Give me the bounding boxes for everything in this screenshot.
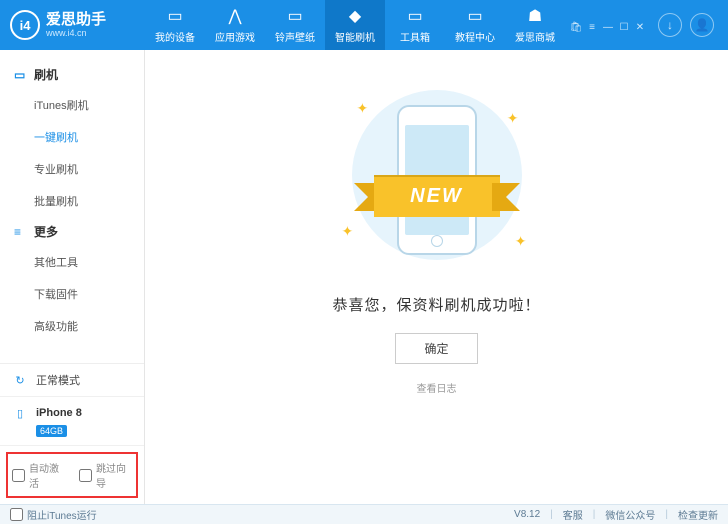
new-ribbon: NEW: [362, 175, 512, 217]
option-skip-guide[interactable]: 跳过向导: [79, 460, 132, 490]
nav-label: 教程中心: [455, 29, 495, 44]
window-controls: 🛍 ≡ — ☐ ✕: [568, 18, 648, 33]
sidebar-item-pro-flash[interactable]: 专业刷机: [0, 153, 144, 185]
option-label: 跳过向导: [96, 460, 132, 490]
confirm-button[interactable]: 确定: [395, 333, 477, 364]
sidebar-item-itunes-flash[interactable]: iTunes刷机: [0, 89, 144, 121]
nav-label: 工具箱: [400, 29, 430, 44]
nav-toolbox[interactable]: ▭ 工具箱: [385, 0, 445, 50]
wallpaper-icon: ▭: [287, 7, 302, 25]
support-link[interactable]: 客服: [563, 507, 583, 522]
device-row[interactable]: ▯ iPhone 8 64GB: [0, 397, 144, 446]
ribbon-text: NEW: [374, 175, 500, 217]
brand-url: www.i4.cn: [46, 29, 106, 38]
nav-label: 铃声壁纸: [275, 29, 315, 44]
nav-label: 应用游戏: [215, 29, 255, 44]
refresh-icon: ↻: [12, 372, 28, 388]
main-panel: ✦✦✦✦ NEW 恭喜您，保资料刷机成功啦！ 确定 查看日志: [145, 50, 728, 504]
sidebar-item-batch-flash[interactable]: 批量刷机: [0, 185, 144, 217]
device-name: iPhone 8: [36, 407, 82, 419]
block-itunes-checkbox[interactable]: [10, 508, 23, 521]
brand: i4 爱思助手 www.i4.cn: [10, 10, 145, 40]
nav-my-device[interactable]: ▭ 我的设备: [145, 0, 205, 50]
success-illustration: ✦✦✦✦ NEW: [337, 90, 537, 270]
tutorial-icon: ▭: [467, 7, 482, 25]
mode-label: 正常模式: [36, 372, 80, 388]
nav-store[interactable]: ☗ 爱思商城: [505, 0, 565, 50]
flash-icon: ◆: [349, 7, 361, 25]
sidebar-section-more: ≡ 更多: [0, 217, 144, 246]
toolbox-icon: ▭: [407, 7, 422, 25]
sidebar: ▭ 刷机 iTunes刷机 一键刷机 专业刷机 批量刷机 ≡ 更多 其他工具 下载固…: [0, 50, 145, 504]
options-box: 自动激活 跳过向导: [6, 452, 138, 498]
menu-icon[interactable]: ≡: [584, 22, 600, 33]
nav-apps[interactable]: ⋀ 应用游戏: [205, 0, 265, 50]
block-itunes-label: 阻止iTunes运行: [27, 507, 97, 522]
phone-icon: ▭: [14, 68, 28, 82]
section-title: 更多: [34, 223, 58, 240]
result-message: 恭喜您，保资料刷机成功啦！: [332, 294, 540, 315]
option-label: 自动激活: [29, 460, 65, 490]
version-label: V8.12: [514, 509, 540, 520]
sidebar-item-other-tools[interactable]: 其他工具: [0, 246, 144, 278]
device-icon: ▯: [12, 405, 28, 421]
cart-icon[interactable]: 🛍: [568, 22, 584, 33]
sidebar-item-onekey-flash[interactable]: 一键刷机: [0, 121, 144, 153]
brand-name: 爱思助手: [46, 12, 106, 27]
sidebar-section-flash: ▭ 刷机: [0, 60, 144, 89]
nav-label: 我的设备: [155, 29, 195, 44]
store-icon: ☗: [528, 7, 542, 25]
download-button[interactable]: ↓: [658, 13, 682, 37]
nav-ringtones[interactable]: ▭ 铃声壁纸: [265, 0, 325, 50]
status-bar: 阻止iTunes运行 V8.12 | 客服 | 微信公众号 | 检查更新: [0, 504, 728, 524]
device-icon: ▭: [167, 7, 182, 25]
view-log-link[interactable]: 查看日志: [417, 380, 457, 395]
section-title: 刷机: [34, 66, 58, 83]
nav-label: 智能刷机: [335, 29, 375, 44]
app-header: i4 爱思助手 www.i4.cn ▭ 我的设备 ⋀ 应用游戏 ▭ 铃声壁纸 ◆ 智能刷…: [0, 0, 728, 50]
apps-icon: ⋀: [228, 7, 241, 25]
sidebar-item-download-firmware[interactable]: 下载固件: [0, 278, 144, 310]
update-link[interactable]: 检查更新: [678, 507, 718, 522]
nav-flash[interactable]: ◆ 智能刷机: [325, 0, 385, 50]
header-right: 🛍 ≡ — ☐ ✕ ↓ 👤: [568, 13, 718, 37]
mode-row[interactable]: ↻ 正常模式: [0, 364, 144, 397]
wechat-link[interactable]: 微信公众号: [605, 507, 655, 522]
top-nav: ▭ 我的设备 ⋀ 应用游戏 ▭ 铃声壁纸 ◆ 智能刷机 ▭ 工具箱 ▭ 教程中心 ☗ 爱思商城: [145, 0, 568, 50]
close-icon[interactable]: ✕: [632, 22, 648, 33]
nav-label: 爱思商城: [515, 29, 555, 44]
sidebar-item-advanced[interactable]: 高级功能: [0, 310, 144, 342]
user-button[interactable]: 👤: [690, 13, 714, 37]
logo-icon: i4: [10, 10, 40, 40]
more-icon: ≡: [14, 225, 28, 239]
app-body: ▭ 刷机 iTunes刷机 一键刷机 专业刷机 批量刷机 ≡ 更多 其他工具 下载固…: [0, 50, 728, 504]
maximize-icon[interactable]: ☐: [616, 22, 632, 33]
option-auto-activate[interactable]: 自动激活: [12, 460, 65, 490]
minimize-icon[interactable]: —: [600, 22, 616, 33]
auto-activate-checkbox[interactable]: [12, 469, 25, 482]
nav-tutorials[interactable]: ▭ 教程中心: [445, 0, 505, 50]
skip-guide-checkbox[interactable]: [79, 469, 92, 482]
device-capacity: 64GB: [36, 425, 67, 437]
